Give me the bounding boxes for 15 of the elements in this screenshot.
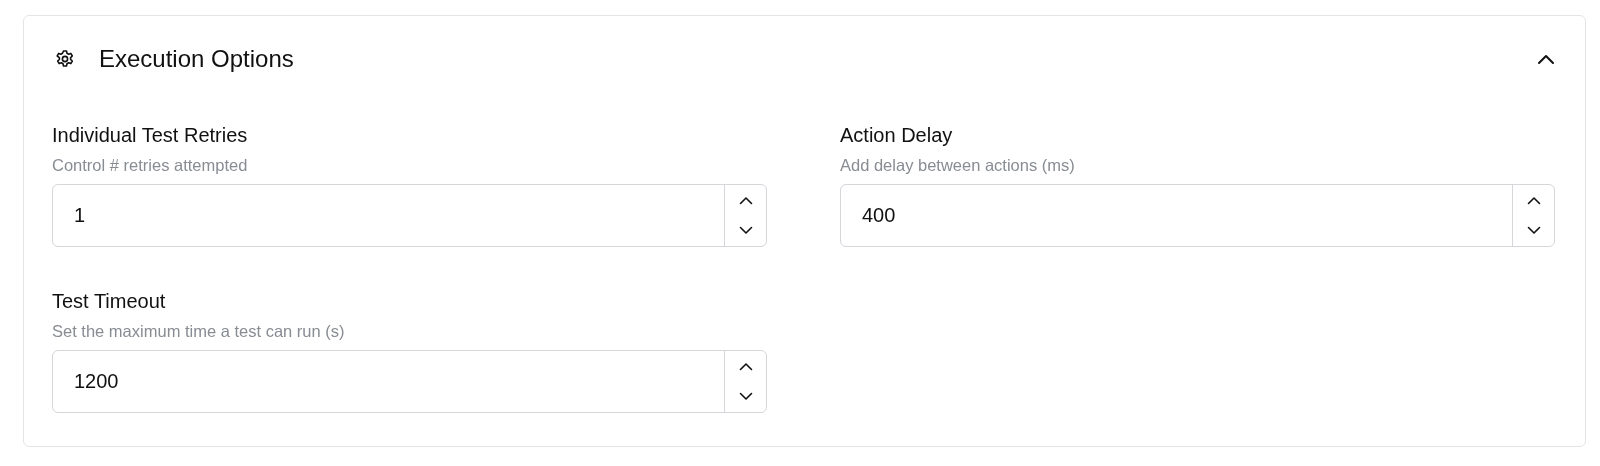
settings-icon bbox=[55, 49, 75, 69]
chevron-up-icon bbox=[1537, 53, 1555, 65]
field-label: Action Delay bbox=[840, 123, 954, 148]
field-description: Set the maximum time a test can run (s) bbox=[52, 321, 346, 341]
section-title: Execution Options bbox=[99, 45, 295, 73]
field-label: Test Timeout bbox=[52, 289, 167, 314]
chevron-down-icon bbox=[738, 226, 753, 236]
chevron-up-icon bbox=[738, 361, 753, 371]
chevron-down-icon bbox=[1526, 226, 1541, 236]
chevron-up-icon bbox=[738, 195, 753, 205]
field-description: Add delay between actions (ms) bbox=[840, 155, 1076, 175]
field-label: Individual Test Retries bbox=[52, 123, 249, 148]
field-description: Control # retries attempted bbox=[52, 155, 249, 175]
chevron-down-icon bbox=[738, 392, 753, 402]
chevron-up-icon bbox=[1526, 195, 1541, 205]
